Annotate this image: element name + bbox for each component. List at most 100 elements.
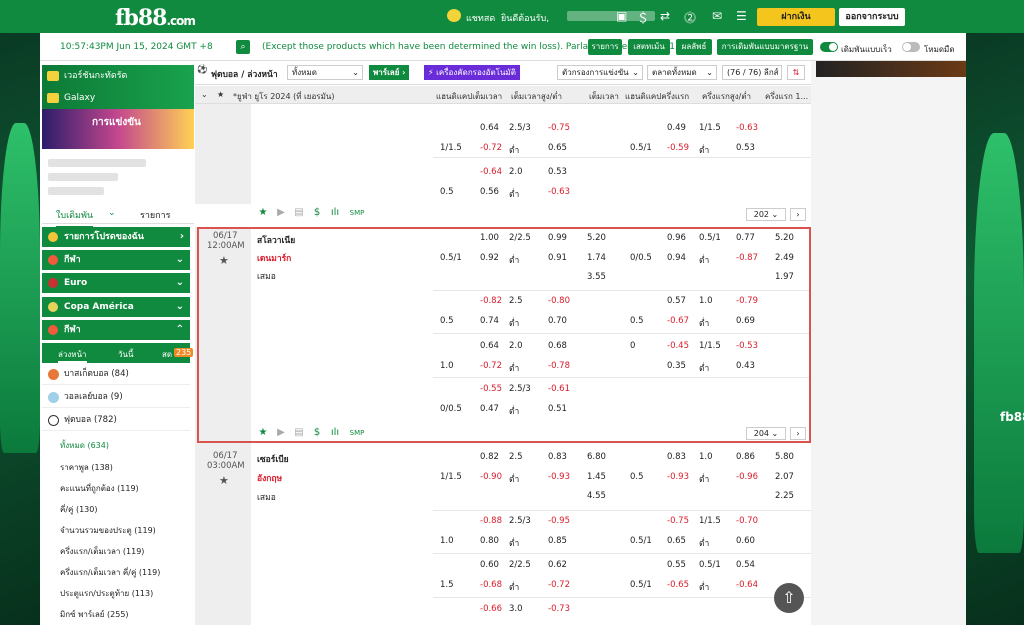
h1-1x2-odd[interactable]: 2.07 (775, 472, 794, 482)
deposit-button[interactable]: ฝากเงิน (757, 8, 835, 26)
ou-odd[interactable]: -0.72 (548, 580, 570, 590)
ou-odd[interactable]: 0.65 (548, 143, 567, 153)
leaf-ht-ft[interactable]: ครึ่งแรก/เต็มเวลา (119) (60, 545, 144, 558)
sport-football[interactable]: ฟุตบอล (782) (42, 409, 190, 431)
leaf-correct-score[interactable]: คะแนนที่ถูกต้อง (119) (60, 482, 139, 495)
leaf-outright[interactable]: ราคาพูล (138) (60, 461, 113, 474)
section-sports[interactable]: กีฬา ⌄ (42, 250, 190, 270)
hdp-odd[interactable]: -0.90 (480, 472, 502, 482)
sport-basketball[interactable]: บาสเก็ตบอล (84) (42, 363, 190, 385)
hdp-odd[interactable]: 0.56 (480, 187, 499, 197)
section-favorites[interactable]: รายการโปรดของฉัน › (42, 227, 190, 247)
subtab-live[interactable]: สด (162, 348, 172, 361)
section-euro[interactable]: Euro ⌄ (42, 273, 190, 293)
tab-bet-slip[interactable]: ใบเดิมพัน (56, 208, 94, 228)
cash-out-icon[interactable]: $ (311, 207, 323, 219)
favorite-star-icon[interactable]: ★ (219, 474, 229, 487)
ou-odd[interactable]: 0.53 (548, 167, 567, 177)
h1-hdp-odd[interactable]: 0.49 (667, 123, 686, 133)
ou-odd[interactable]: 0.85 (548, 536, 567, 546)
h1-ou-odd[interactable]: 0.54 (736, 560, 755, 570)
1x2-odd[interactable]: 6.80 (587, 452, 606, 462)
chat-icon[interactable] (447, 9, 461, 22)
league-filter-select[interactable]: ตัวกรองการแข่งขัน ⌄ (557, 65, 643, 80)
h1-ou-odd[interactable]: -0.96 (736, 472, 758, 482)
brand-logo[interactable]: fb88.com (115, 5, 196, 31)
h1-hdp-odd[interactable]: -0.59 (667, 143, 689, 153)
hdp-odd[interactable]: -0.72 (480, 143, 502, 153)
parlay-button[interactable]: พาร์เลย์ › (369, 65, 410, 80)
leaf-all[interactable]: ทั้งหมด (634) (60, 439, 109, 452)
subtab-today[interactable]: วันนี้ (118, 348, 133, 361)
hdp-odd[interactable]: -0.64 (480, 167, 502, 177)
casino-banner[interactable] (816, 61, 966, 77)
hdp-odd[interactable]: 0.80 (480, 536, 499, 546)
collapse-icon[interactable]: ⌄ (201, 90, 208, 99)
statement-button[interactable]: เสตทเม้น (628, 39, 670, 55)
league-count-select[interactable]: (76 / 76) ลีกส์ (722, 65, 782, 80)
leaf-first-last-goal[interactable]: ประตูแรก/ประตูท้าย (113) (60, 587, 153, 600)
play-icon[interactable]: ▶ (275, 207, 287, 219)
hdp-odd[interactable]: -0.66 (480, 604, 502, 614)
stats-box-icon[interactable]: ▤ (293, 207, 305, 219)
search-icon[interactable]: ⌕ (236, 40, 250, 54)
ou-odd[interactable]: -0.63 (548, 187, 570, 197)
wallet-icon[interactable]: ▣ (616, 9, 627, 23)
h1-hdp-odd[interactable]: 0.65 (667, 536, 686, 546)
live-chat-link[interactable]: แชทสด (466, 11, 495, 25)
leaf-total-goals[interactable]: จำนวนรวมของประตู (119) (60, 524, 156, 537)
menu-list-icon[interactable]: ☰ (736, 9, 747, 23)
sport-volleyball[interactable]: วอลเลย์บอล (9) (42, 386, 190, 408)
next-icon[interactable]: › (790, 208, 806, 221)
leaf-odd-even[interactable]: คี่/คู่ (130) (60, 503, 97, 516)
hdp-odd[interactable]: 0.82 (480, 452, 499, 462)
logout-button[interactable]: ออกจากระบบ (839, 8, 905, 26)
subtab-early[interactable]: ล่วงหน้า (58, 348, 87, 363)
scroll-top-icon[interactable]: ⇧ (774, 583, 804, 613)
league-name[interactable]: *ยูฟ่า ยูโร 2024 (ที่ เยอรมัน) (233, 90, 334, 103)
results-button[interactable]: ผลลัพธ์ (676, 39, 712, 55)
hdp-odd[interactable]: 0.64 (480, 123, 499, 133)
h1-hdp-odd[interactable]: -0.93 (667, 472, 689, 482)
ou-odd[interactable]: -0.75 (548, 123, 570, 133)
quick-bet-toggle[interactable] (820, 42, 838, 52)
market-type-select[interactable]: ทั้งหมด ⌄ (287, 65, 363, 80)
leaf-mix-parlay[interactable]: มิกซ์ พาร์เลย์ (255) (60, 608, 129, 621)
smp-icon[interactable]: SMP (347, 207, 367, 219)
compact-version-banner[interactable]: เวอร์ชันกะทัดรัด (42, 65, 194, 87)
cash-icon[interactable]: ＄ (637, 9, 649, 26)
tab-bet-list[interactable]: รายการ (140, 208, 171, 222)
h1-ou-odd[interactable]: -0.63 (736, 123, 758, 133)
chevron-down-icon[interactable]: ⌄ (108, 208, 116, 218)
market-count[interactable]: 202 ⌄ (746, 208, 786, 221)
hdp-odd[interactable]: 0.60 (480, 560, 499, 570)
quick-filter-button[interactable]: ⚡ เครื่องคัดกรองอัตโนมัติ (424, 65, 520, 80)
section-copa-america[interactable]: Copa América ⌄ (42, 297, 190, 317)
1x2-odd[interactable]: 4.55 (587, 491, 606, 501)
hdp-odd[interactable]: -0.88 (480, 516, 502, 526)
h1-ou-odd[interactable]: 0.60 (736, 536, 755, 546)
1x2-odd[interactable]: 1.45 (587, 472, 606, 482)
ou-odd[interactable]: -0.95 (548, 516, 570, 526)
h1-ou-odd[interactable]: -0.64 (736, 580, 758, 590)
h1-hdp-odd[interactable]: -0.75 (667, 516, 689, 526)
market-filter-select[interactable]: ตลาดทั้งหมด ⌄ (647, 65, 717, 80)
star-icon[interactable]: ★ (217, 90, 224, 99)
transfer-icon[interactable]: ⇄ (660, 9, 670, 23)
dark-mode-toggle[interactable] (902, 42, 920, 52)
h1-hdp-odd[interactable]: 0.55 (667, 560, 686, 570)
h1-ou-odd[interactable]: 0.86 (736, 452, 755, 462)
section-sports-expanded[interactable]: กีฬา ⌃ (42, 320, 190, 340)
h1-hdp-odd[interactable]: -0.65 (667, 580, 689, 590)
h1-ou-odd[interactable]: -0.70 (736, 516, 758, 526)
ou-odd[interactable]: -0.93 (548, 472, 570, 482)
ou-odd[interactable]: -0.73 (548, 604, 570, 614)
bet-settings-dropdown[interactable]: การเดิมพันแบบมาตรฐาน (717, 39, 813, 55)
chart-icon[interactable]: ılı (329, 207, 341, 219)
h1-hdp-odd[interactable]: 0.83 (667, 452, 686, 462)
messages-icon[interactable]: ✉ (712, 9, 722, 23)
galaxy-banner[interactable]: Galaxy (42, 87, 194, 109)
support-247-icon[interactable]: ⓶ (684, 9, 696, 26)
sort-icon[interactable]: ⇅ (787, 65, 805, 80)
list-button[interactable]: รายการ (588, 39, 622, 55)
